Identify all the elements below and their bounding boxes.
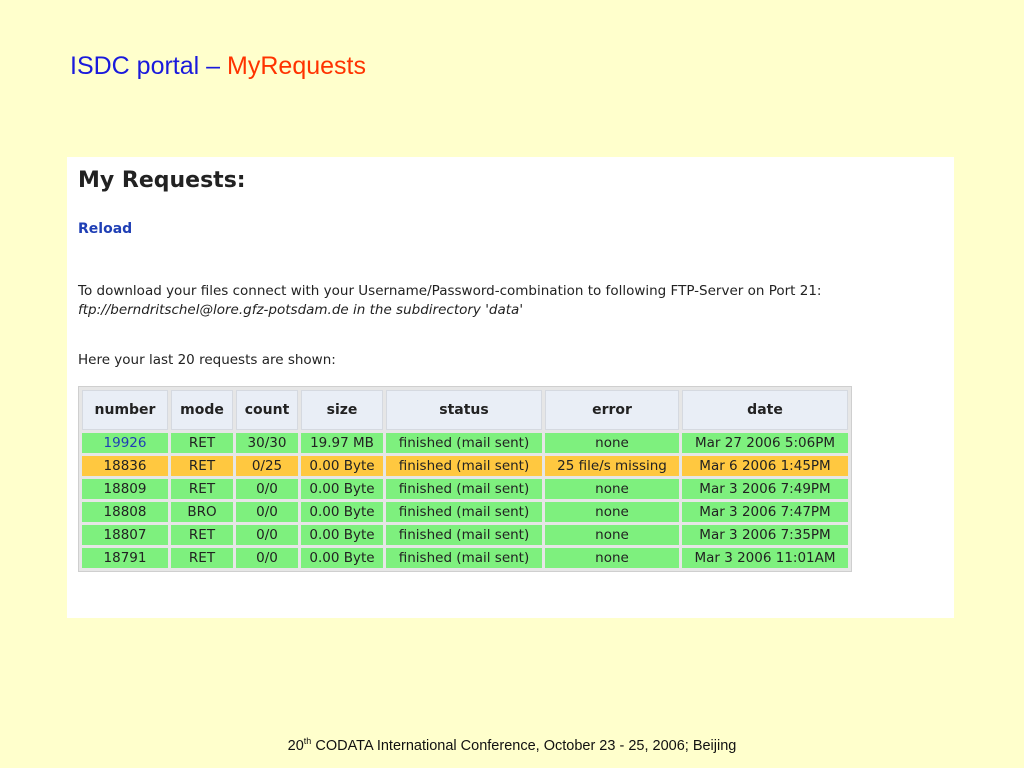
request-date: Mar 3 2006 7:47PM bbox=[682, 502, 848, 522]
request-number: 18791 bbox=[82, 548, 168, 568]
slide-title-accent: MyRequests bbox=[227, 52, 366, 80]
table-row: 18791 RET 0/0 0.00 Byte finished (mail s… bbox=[82, 548, 848, 568]
request-mode: RET bbox=[171, 456, 233, 476]
request-count: 0/0 bbox=[236, 548, 298, 568]
request-number: 18809 bbox=[82, 479, 168, 499]
request-date: Mar 3 2006 7:49PM bbox=[682, 479, 848, 499]
ftp-instructions-line: To download your files connect with your… bbox=[78, 283, 822, 299]
request-date: Mar 3 2006 7:35PM bbox=[682, 525, 848, 545]
request-error: none bbox=[545, 548, 679, 568]
request-status: finished (mail sent) bbox=[386, 479, 542, 499]
table-header-row: number mode count size status error date bbox=[82, 390, 848, 430]
request-error: none bbox=[545, 525, 679, 545]
request-number: 18807 bbox=[82, 525, 168, 545]
column-header-size: size bbox=[301, 390, 383, 430]
request-date: Mar 27 2006 5:06PM bbox=[682, 433, 848, 453]
column-header-date: date bbox=[682, 390, 848, 430]
ftp-instructions: To download your files connect with your… bbox=[78, 282, 821, 320]
request-size: 0.00 Byte bbox=[301, 525, 383, 545]
request-number: 18836 bbox=[82, 456, 168, 476]
column-header-number: number bbox=[82, 390, 168, 430]
column-header-error: error bbox=[545, 390, 679, 430]
slide-title-main: ISDC portal bbox=[70, 52, 200, 80]
request-date: Mar 3 2006 11:01AM bbox=[682, 548, 848, 568]
slide-title-dash: – bbox=[206, 52, 221, 80]
request-error: none bbox=[545, 479, 679, 499]
table-row: 18808 BRO 0/0 0.00 Byte finished (mail s… bbox=[82, 502, 848, 522]
table-row: 18809 RET 0/0 0.00 Byte finished (mail s… bbox=[82, 479, 848, 499]
request-status: finished (mail sent) bbox=[386, 525, 542, 545]
request-number-link[interactable]: 19926 bbox=[82, 433, 168, 453]
request-date: Mar 6 2006 1:45PM bbox=[682, 456, 848, 476]
request-size: 0.00 Byte bbox=[301, 456, 383, 476]
request-count: 0/25 bbox=[236, 456, 298, 476]
page-heading: My Requests: bbox=[78, 168, 246, 193]
request-size: 0.00 Byte bbox=[301, 479, 383, 499]
my-requests-screenshot: My Requests: Reload To download your fil… bbox=[67, 157, 954, 618]
request-count: 0/0 bbox=[236, 479, 298, 499]
request-mode: RET bbox=[171, 433, 233, 453]
request-error: 25 file/s missing bbox=[545, 456, 679, 476]
footer-conference-text: CODATA International Conference, October… bbox=[311, 737, 737, 754]
request-mode: RET bbox=[171, 548, 233, 568]
request-error: none bbox=[545, 502, 679, 522]
requests-table: number mode count size status error date… bbox=[78, 386, 852, 572]
table-row: 19926 RET 30/30 19.97 MB finished (mail … bbox=[82, 433, 848, 453]
slide-footer: 20th CODATA International Conference, Oc… bbox=[0, 736, 1024, 754]
table-row: 18836 RET 0/25 0.00 Byte finished (mail … bbox=[82, 456, 848, 476]
request-mode: RET bbox=[171, 525, 233, 545]
slide-title: ISDC portal – MyRequests bbox=[70, 52, 366, 81]
request-status: finished (mail sent) bbox=[386, 433, 542, 453]
column-header-count: count bbox=[236, 390, 298, 430]
reload-link[interactable]: Reload bbox=[78, 221, 132, 237]
request-count: 30/30 bbox=[236, 433, 298, 453]
requests-note: Here your last 20 requests are shown: bbox=[78, 352, 336, 368]
request-status: finished (mail sent) bbox=[386, 456, 542, 476]
request-mode: BRO bbox=[171, 502, 233, 522]
request-mode: RET bbox=[171, 479, 233, 499]
request-size: 0.00 Byte bbox=[301, 548, 383, 568]
ftp-address-line: ftp://berndritschel@lore.gfz-potsdam.de … bbox=[78, 302, 524, 318]
request-status: finished (mail sent) bbox=[386, 548, 542, 568]
request-size: 19.97 MB bbox=[301, 433, 383, 453]
request-size: 0.00 Byte bbox=[301, 502, 383, 522]
column-header-status: status bbox=[386, 390, 542, 430]
footer-ordinal-number: 20 bbox=[287, 737, 304, 754]
table-row: 18807 RET 0/0 0.00 Byte finished (mail s… bbox=[82, 525, 848, 545]
request-count: 0/0 bbox=[236, 502, 298, 522]
request-count: 0/0 bbox=[236, 525, 298, 545]
request-status: finished (mail sent) bbox=[386, 502, 542, 522]
column-header-mode: mode bbox=[171, 390, 233, 430]
request-error: none bbox=[545, 433, 679, 453]
request-number: 18808 bbox=[82, 502, 168, 522]
